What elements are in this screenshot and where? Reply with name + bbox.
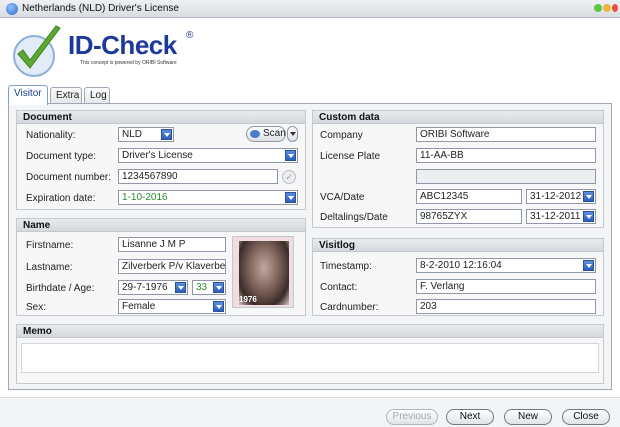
vca-input[interactable]: ABC12345 [416,189,522,204]
docnumber-label: Document number: [26,172,112,183]
scan-options-dropdown[interactable] [287,126,298,142]
document-header: Document [17,111,305,124]
sex-value: Female [122,301,156,312]
memo-header: Memo [17,325,603,338]
scan-label: Scan [263,128,286,139]
age-field[interactable]: 33 [192,280,226,295]
nationality-label: Nationality: [26,130,76,141]
deltalings-date-picker[interactable]: 31-12-2011 [526,209,596,224]
memo-group: Memo [16,324,604,384]
window-title: Netherlands (NLD) Driver's License [22,3,179,14]
logo-text: ID-Check [68,30,177,60]
chevron-down-icon[interactable] [583,191,594,202]
cardnumber-label: Cardnumber: [320,302,379,313]
vca-date-picker[interactable]: 31-12-2012 [526,189,596,204]
contact-input[interactable]: F. Verlang [416,279,596,294]
memo-textarea[interactable] [21,343,599,373]
doctype-value: Driver's License [122,150,193,161]
chevron-down-icon[interactable] [213,282,224,293]
chevron-down-icon[interactable] [161,129,172,140]
custom-extra-input[interactable] [416,169,596,184]
name-header: Name [17,219,305,232]
portrait-photo: 1976 [232,236,294,308]
logo-subtitle: This concept is powered by ORIBI Softwar… [80,60,177,66]
company-input[interactable]: ORIBI Software [416,127,596,142]
chevron-down-icon[interactable] [285,150,296,161]
deltalings-date-value: 31-12-2011 [530,211,581,222]
logo-registered-mark: ® [186,30,194,41]
custom-data-header: Custom data [313,111,603,124]
close-window-icon[interactable] [612,4,618,12]
nationality-value: NLD [122,129,143,140]
birthdate-value: 29-7-1976 [122,282,168,293]
deltalings-input[interactable]: 98765ZYX [416,209,522,224]
doctype-label: Document type: [26,151,97,162]
chevron-down-icon[interactable] [583,211,594,222]
scan-button[interactable]: Scan [246,126,286,142]
photo-year: 1976 [239,295,257,304]
tab-log[interactable]: Log [84,87,110,104]
lastname-input[interactable]: Zilverberk P/v Klaverbe [118,259,226,274]
chevron-down-icon[interactable] [285,192,296,203]
scan-icon [250,130,260,138]
chevron-down-icon[interactable] [213,301,224,312]
contact-label: Contact: [320,282,358,293]
vca-date-value: 31-12-2012 [530,191,582,202]
license-plate-input[interactable]: 11-AA-BB [416,148,596,163]
deltalings-label: Deltalings/Date [320,212,388,223]
timestamp-value: 8-2-2010 12:16:04 [420,260,502,271]
minimize-icon[interactable] [594,4,602,12]
verify-icon[interactable]: ✓ [282,170,296,184]
expiration-label: Expiration date: [26,193,96,204]
firstname-label: Firstname: [26,240,74,251]
tab-visitor[interactable]: Visitor [8,85,48,105]
cardnumber-input[interactable]: 203 [416,299,596,314]
lastname-label: Lastname: [26,262,73,273]
chevron-down-icon[interactable] [583,260,594,271]
app-icon [6,3,18,15]
tab-extra[interactable]: Extra [50,87,82,104]
plate-label: License Plate [320,151,381,162]
chevron-down-icon[interactable] [175,282,186,293]
doctype-select[interactable]: Driver's License [118,148,298,163]
maximize-icon[interactable] [603,4,611,12]
previous-button[interactable]: Previous [386,409,438,425]
visitlog-header: Visitlog [313,239,603,252]
sex-label: Sex: [26,302,47,313]
next-button[interactable]: Next [446,409,494,425]
nationality-select[interactable]: NLD [118,127,174,142]
new-button[interactable]: New [504,409,552,425]
checkmark-logo-icon [13,25,61,77]
birthdate-label: Birthdate / Age: [26,283,95,294]
timestamp-label: Timestamp: [320,261,372,272]
close-button[interactable]: Close [562,409,610,425]
expiration-date-picker[interactable]: 1-10-2016 [118,190,298,205]
age-value: 33 [196,282,208,293]
docnumber-input[interactable]: 1234567890 [118,169,278,184]
sex-select[interactable]: Female [118,299,226,314]
company-label: Company [320,130,363,141]
firstname-input[interactable]: Lisanne J M P [118,237,226,252]
timestamp-picker[interactable]: 8-2-2010 12:16:04 [416,258,596,273]
vca-label: VCA/Date [320,192,365,203]
birthdate-picker[interactable]: 29-7-1976 [118,280,188,295]
expiration-value: 1-10-2016 [122,192,168,203]
